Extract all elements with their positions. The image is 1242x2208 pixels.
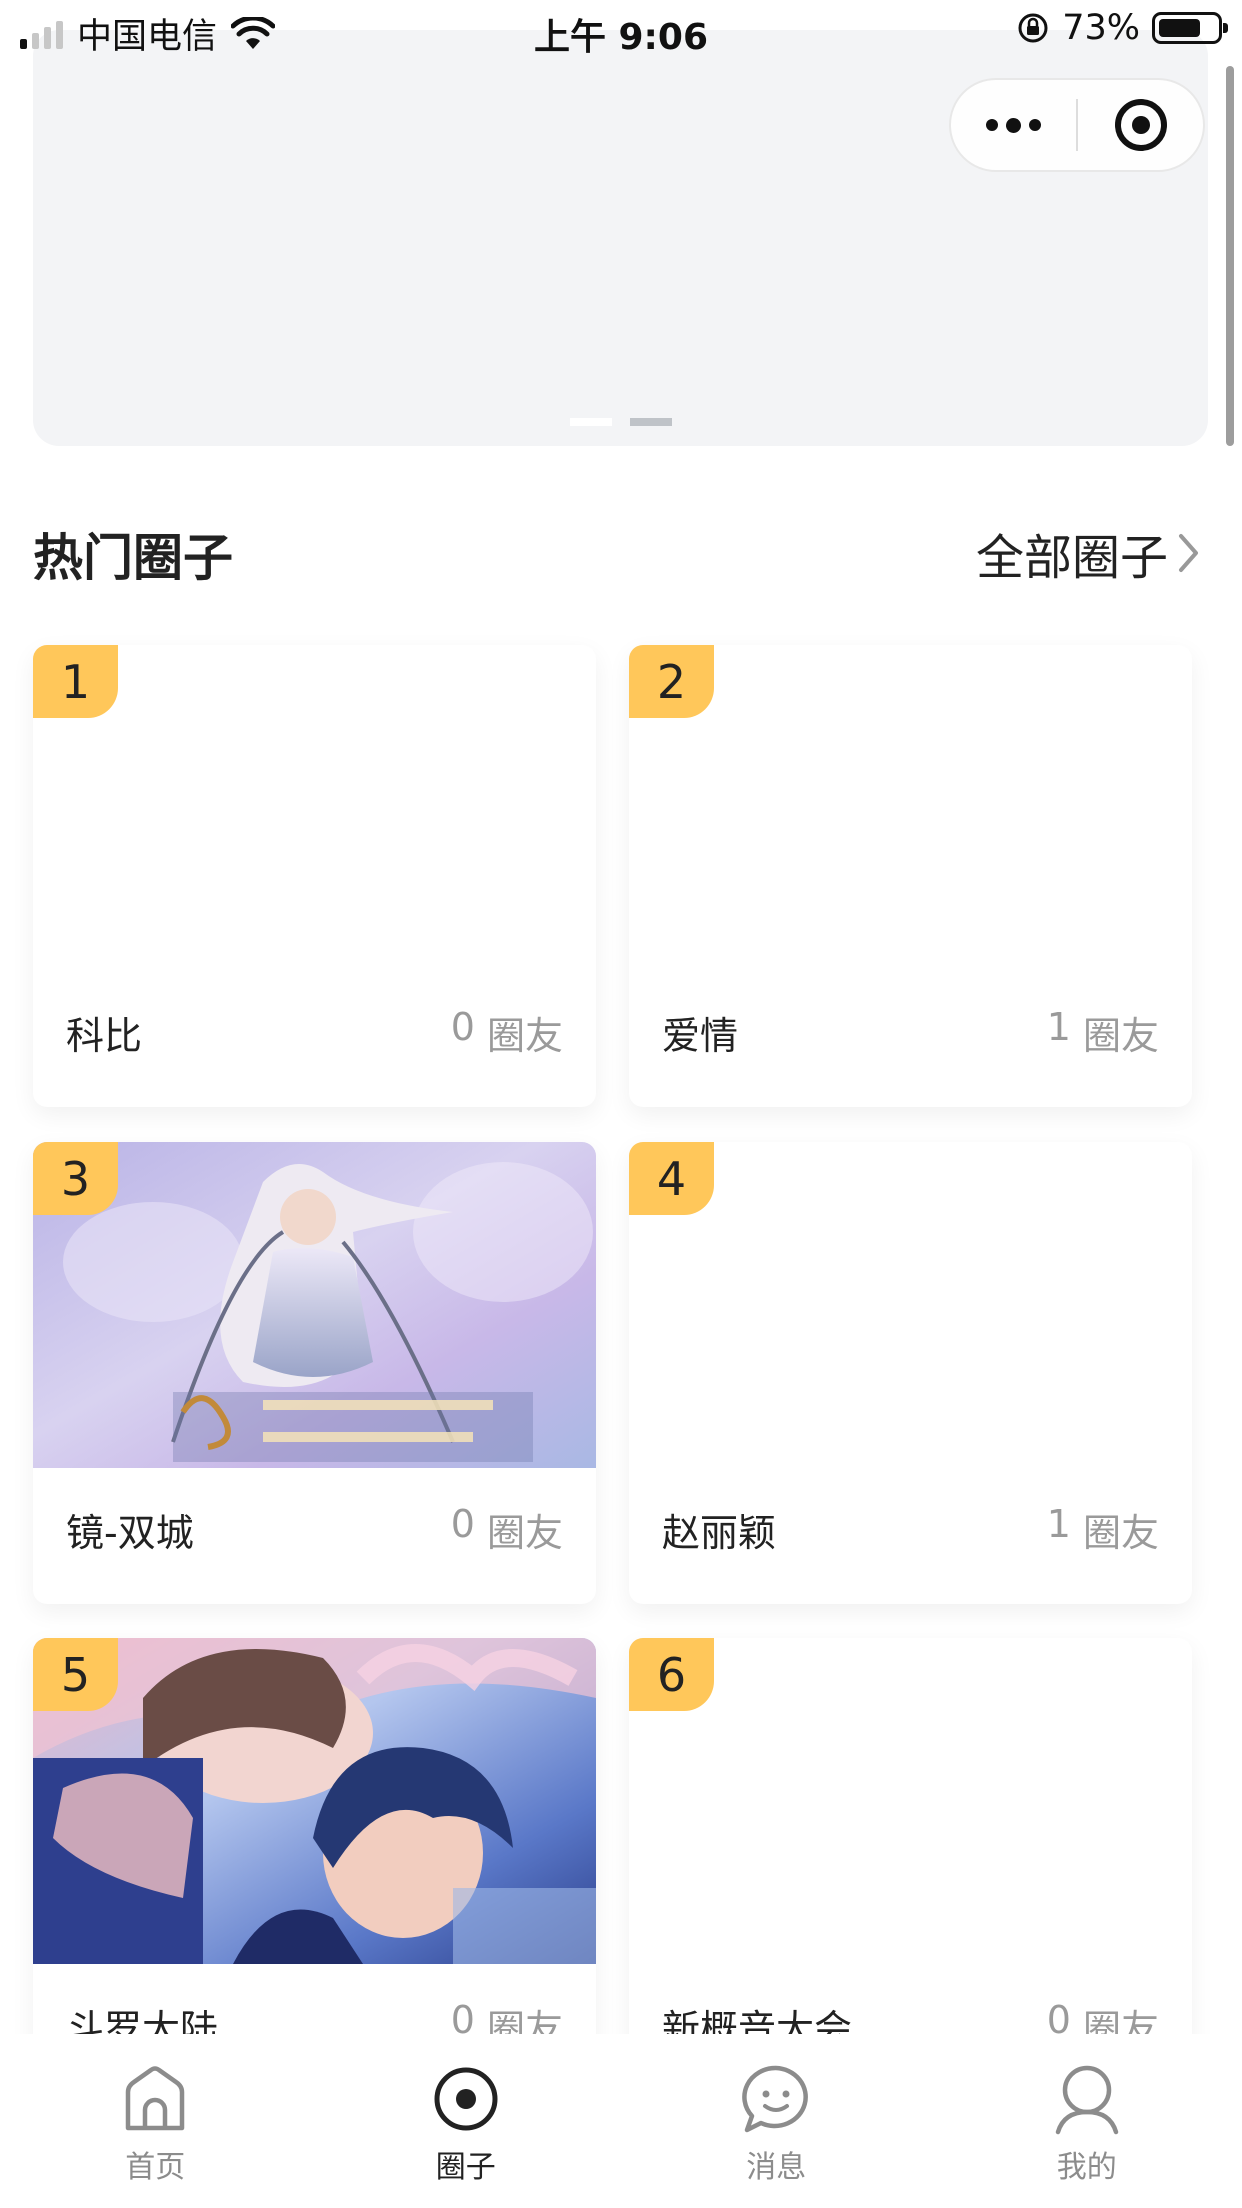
rank-badge: 5 (33, 1638, 118, 1711)
cover-image (33, 1142, 596, 1468)
chat-bubble-icon (742, 2065, 809, 2133)
circle-name: 镜-双城 (66, 1511, 194, 1555)
tab-bar: 首页 圈子 消息 我的 (0, 2034, 1242, 2208)
circle-card[interactable]: 4 赵丽颖 1 圈友 (629, 1142, 1192, 1604)
tab-profile[interactable]: 我的 (932, 2034, 1242, 2208)
tab-circles[interactable]: 圈子 (311, 2034, 622, 2208)
circle-card[interactable]: 1 科比 0 圈友 (33, 645, 596, 1107)
battery-icon (1152, 12, 1228, 44)
rotation-lock-icon (1018, 13, 1048, 43)
user-icon (1055, 2065, 1118, 2135)
rank-badge: 1 (33, 645, 118, 718)
circle-name: 爱情 (662, 1014, 739, 1058)
rank-badge: 4 (629, 1142, 714, 1215)
circle-card[interactable]: 5 斗罗大陆 0 圈友 (33, 1638, 596, 2100)
member-count: 1 圈友 (1046, 1502, 1159, 1555)
circle-name: 科比 (66, 1014, 143, 1058)
circle-target-icon (434, 2067, 498, 2131)
tab-label: 圈子 (435, 2150, 496, 2185)
circle-card[interactable]: 2 爱情 1 圈友 (629, 645, 1192, 1107)
member-count: 0 圈友 (450, 1502, 563, 1555)
tab-home[interactable]: 首页 (0, 2034, 311, 2208)
circle-card[interactable]: 6 新概音大会 0 圈友 (629, 1638, 1192, 2100)
rank-badge: 6 (629, 1638, 714, 1711)
status-right: 73% (1016, 8, 1228, 48)
battery-fill (1159, 19, 1200, 37)
close-miniprogram-icon[interactable] (1078, 99, 1203, 151)
tab-label: 我的 (1056, 2150, 1117, 2185)
more-icon[interactable] (951, 117, 1076, 133)
section-title: 热门圈子 (33, 529, 233, 587)
battery-percent: 73% (1062, 8, 1140, 48)
chevron-right-icon (1179, 534, 1198, 572)
circle-name: 赵丽颖 (662, 1511, 777, 1555)
carousel-dot-active[interactable] (629, 418, 672, 426)
tab-messages[interactable]: 消息 (621, 2034, 932, 2208)
tab-label: 消息 (746, 2150, 807, 2185)
member-count: 0 圈友 (450, 1005, 563, 1058)
cover-image (33, 1638, 596, 1964)
rank-badge: 3 (33, 1142, 118, 1215)
scrollbar[interactable] (1226, 66, 1234, 446)
member-count: 1 圈友 (1046, 1005, 1159, 1058)
tab-label: 首页 (125, 2150, 186, 2185)
capsule-menu (949, 78, 1205, 172)
status-bar: 中国电信 上午 9:06 73% (0, 0, 1242, 62)
see-all-label: 全部圈子 (975, 530, 1168, 586)
see-all-link[interactable]: 全部圈子 (976, 518, 1202, 588)
rank-badge: 2 (629, 645, 714, 718)
circle-card[interactable]: 3 镜-双城 0 圈友 (33, 1142, 596, 1604)
carousel-dot[interactable] (569, 418, 612, 426)
carousel-dots (33, 418, 1208, 426)
home-icon (126, 2066, 185, 2131)
